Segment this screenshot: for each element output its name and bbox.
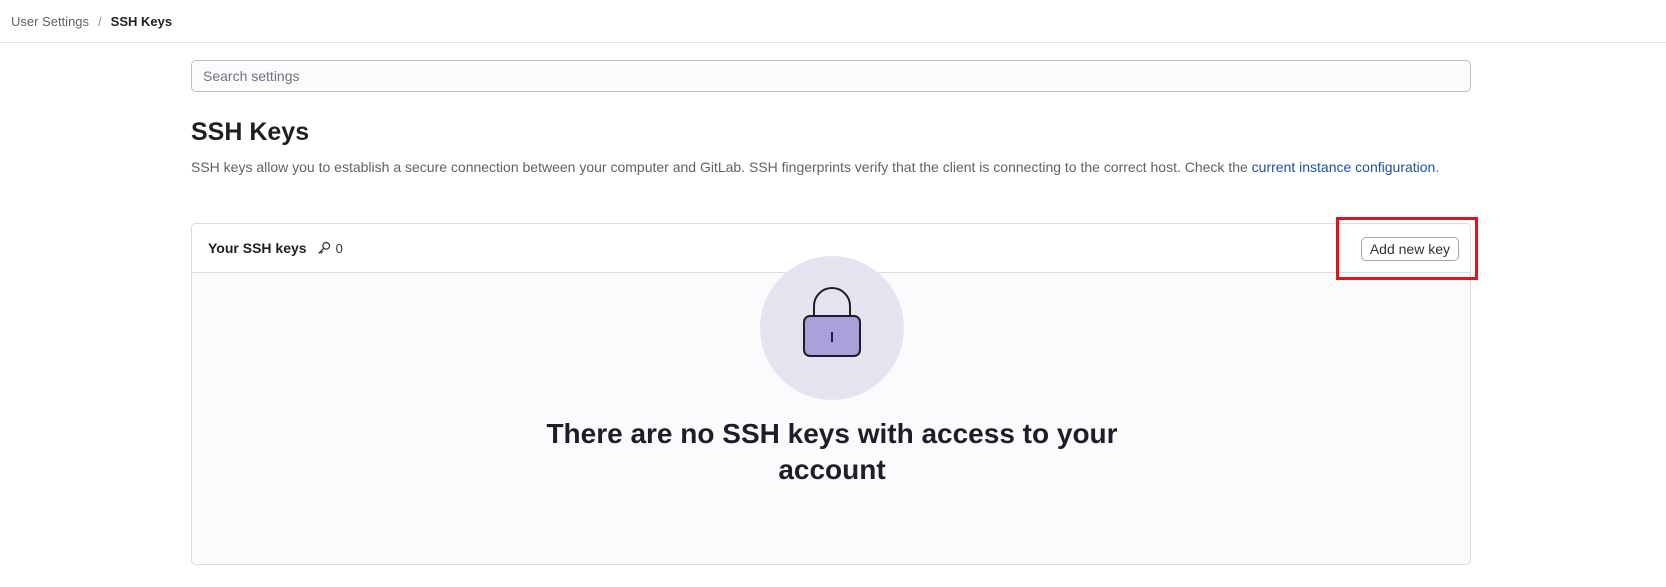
empty-state-illustration (760, 256, 904, 400)
empty-state-message: There are no SSH keys with access to you… (546, 418, 1118, 485)
breadcrumb-user-settings[interactable]: User Settings (11, 14, 89, 29)
instance-configuration-link[interactable]: current instance configuration (1252, 159, 1436, 175)
key-icon (317, 241, 330, 254)
breadcrumb: User Settings / SSH Keys (11, 14, 172, 29)
breadcrumb-separator: / (98, 13, 102, 29)
top-bar: User Settings / SSH Keys (0, 0, 1666, 43)
key-count-value: 0 (335, 240, 343, 256)
key-count: 0 (317, 241, 343, 256)
description-end: . (1435, 159, 1440, 175)
search-settings-input[interactable] (191, 60, 1471, 92)
breadcrumb-ssh-keys[interactable]: SSH Keys (111, 14, 172, 29)
card-title: Your SSH keys (208, 240, 307, 256)
page-description: SSH keys allow you to establish a secure… (191, 157, 1471, 178)
padlock-icon (803, 287, 861, 357)
add-new-key-button[interactable]: Add new key (1360, 237, 1459, 261)
description-text: SSH keys allow you to establish a secure… (191, 159, 1252, 175)
ssh-keys-card: Your SSH keys 0 Add new key There are no… (191, 223, 1471, 565)
page-title: SSH Keys (191, 118, 310, 146)
